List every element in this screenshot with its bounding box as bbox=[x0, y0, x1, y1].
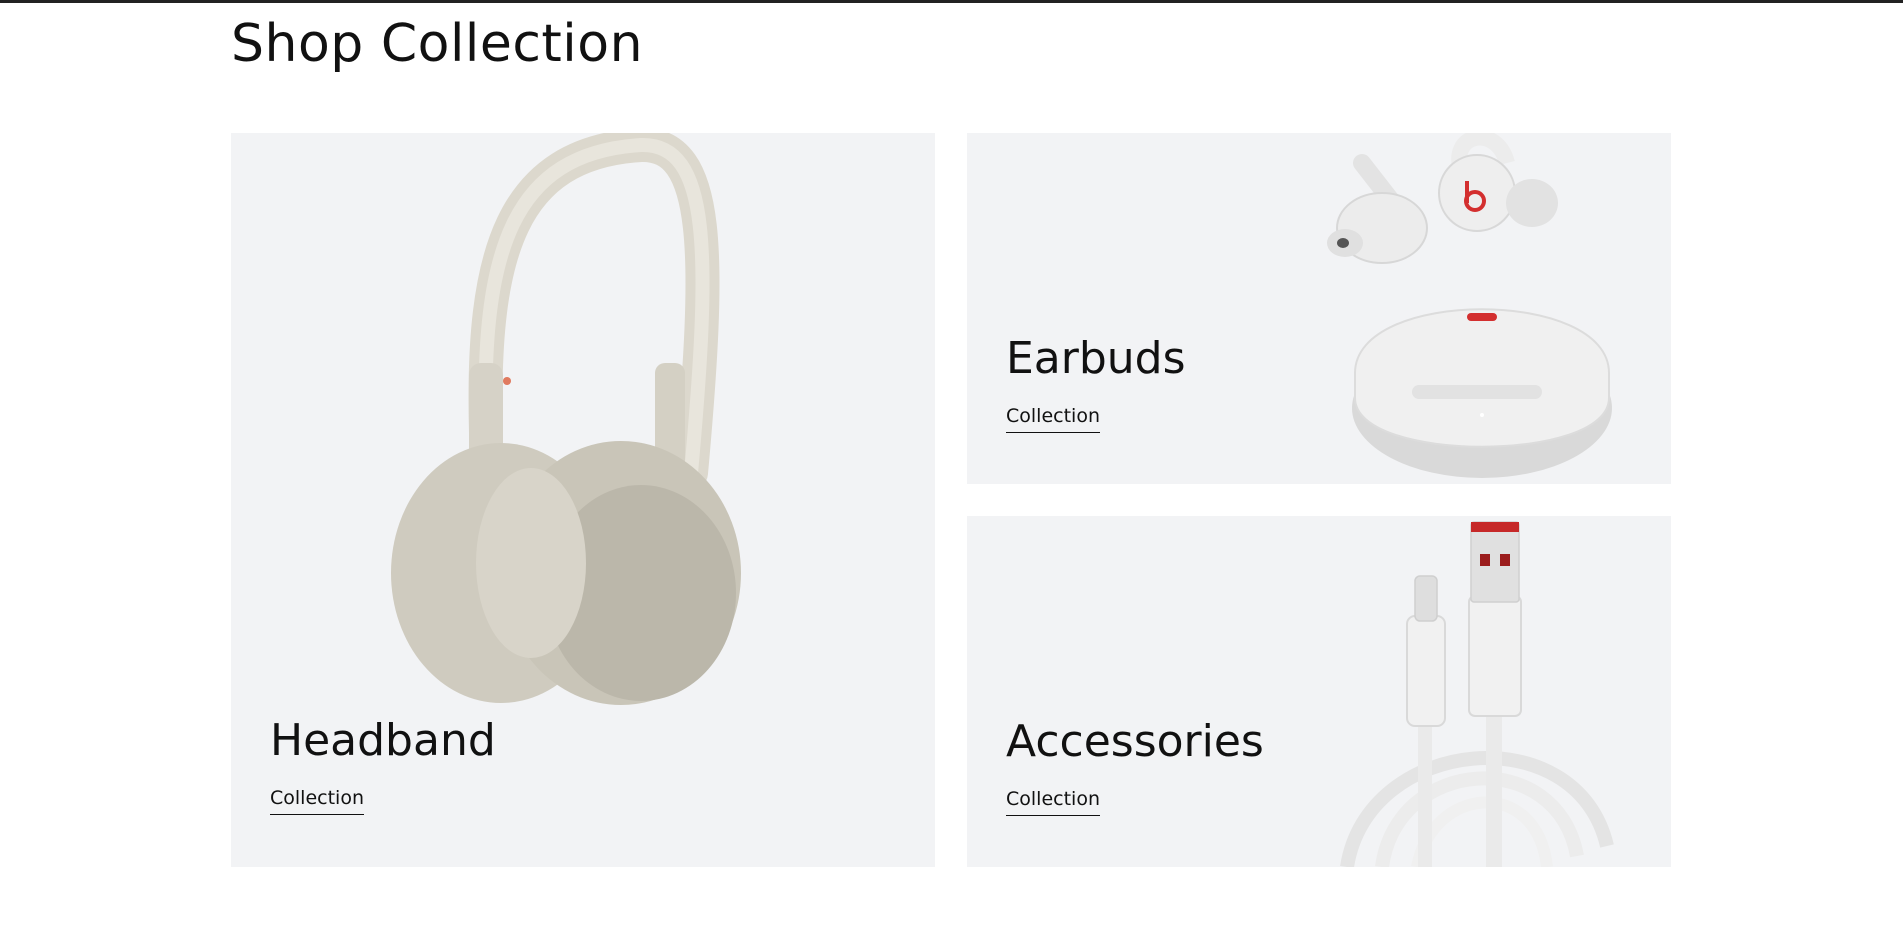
collection-card-earbuds[interactable]: Earbuds Collection bbox=[967, 133, 1671, 484]
card-title: Accessories bbox=[1006, 716, 1264, 767]
page-title: Shop Collection bbox=[231, 14, 644, 74]
earbuds-image bbox=[1327, 133, 1612, 478]
headphones-image bbox=[391, 133, 741, 705]
collection-card-headband[interactable]: Headband Collection bbox=[231, 133, 935, 867]
card-title: Earbuds bbox=[1006, 333, 1186, 384]
collection-card-accessories[interactable]: Accessories Collection bbox=[967, 516, 1671, 867]
collection-link[interactable]: Collection bbox=[1006, 405, 1100, 433]
card-title: Headband bbox=[270, 715, 496, 766]
collection-link[interactable]: Collection bbox=[270, 787, 364, 815]
collection-link[interactable]: Collection bbox=[1006, 788, 1100, 816]
top-border bbox=[0, 0, 1903, 3]
usb-cable-image bbox=[1340, 521, 1614, 867]
